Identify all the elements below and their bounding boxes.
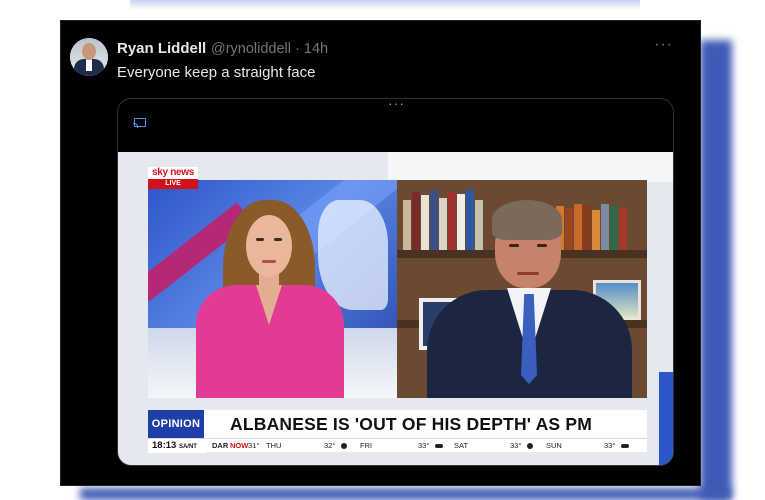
logo-wordmark: sky news — [148, 167, 198, 179]
book — [466, 190, 474, 250]
ticker-temp: 33° — [418, 441, 430, 450]
tweet-media-video[interactable]: ··· sky news LIVE OPINION ALBANESE IS 'O… — [117, 98, 674, 466]
handle-and-time[interactable]: @rynoliddell · 14h — [211, 41, 328, 57]
guest-hair — [492, 200, 562, 240]
opinion-tag: OPINION — [148, 410, 204, 438]
book — [403, 200, 411, 250]
presenter-mouth — [262, 260, 276, 263]
ticker-now-temp: 31° — [248, 441, 260, 450]
media-handle-dots: ··· — [388, 98, 405, 111]
ticker-temp: 33° — [604, 441, 616, 450]
presenter-eye-right — [274, 238, 282, 241]
book — [421, 195, 429, 250]
presenter-face — [246, 215, 292, 277]
guest-mouth — [517, 272, 539, 275]
book — [583, 206, 591, 250]
screenshot-stage: Ryan Liddell @rynoliddell · 14h ··· Ever… — [0, 0, 765, 500]
ticker-timezone: SA/NT — [178, 444, 197, 450]
guest-eye-left — [509, 244, 519, 247]
weather-ticker: 18:13 SA/NT DAR NOW 31° THU 32° FRI 33° … — [148, 438, 647, 453]
book — [601, 204, 609, 250]
broadcast-background-stripe — [388, 152, 673, 182]
presenter-eye-left — [256, 238, 264, 241]
cloud-icon — [432, 439, 443, 452]
ticker-temp: 33° — [510, 441, 522, 450]
sun-icon — [524, 439, 533, 452]
headline-text: ALBANESE IS 'OUT OF HIS DEPTH' AS PM — [204, 410, 647, 438]
ticker-day: SUN — [546, 441, 562, 450]
book — [619, 208, 627, 250]
ticker-time: 18:13 SA/NT — [148, 439, 206, 453]
guest-eye-right — [537, 244, 547, 247]
cast-icon[interactable] — [133, 118, 146, 128]
broadcast-blue-edge — [659, 372, 673, 465]
book — [574, 204, 582, 250]
book — [610, 206, 618, 250]
tweet-card[interactable]: Ryan Liddell @rynoliddell · 14h ··· Ever… — [60, 20, 701, 486]
book — [439, 198, 447, 250]
guest-panel — [397, 180, 647, 398]
more-options-icon[interactable]: ··· — [654, 36, 673, 54]
tv-broadcast-frame: sky news LIVE OPINION ALBANESE IS 'OUT O… — [118, 152, 673, 465]
sun-icon — [338, 439, 347, 452]
ticker-now-label: NOW — [230, 441, 249, 450]
page-shadow-top — [130, 0, 640, 10]
book — [457, 194, 465, 250]
avatar-shirt — [86, 59, 92, 71]
ticker-day: SAT — [454, 441, 469, 450]
ticker-day: FRI — [360, 441, 373, 450]
ticker-location: DAR — [212, 441, 229, 450]
book — [412, 192, 420, 250]
ticker-day: THU — [266, 441, 282, 450]
lower-third-banner: OPINION ALBANESE IS 'OUT OF HIS DEPTH' A… — [148, 410, 647, 454]
studio-panel — [148, 180, 397, 398]
books-left — [403, 188, 493, 250]
cloud-icon — [618, 439, 629, 452]
sky-news-logo: sky news LIVE — [148, 167, 198, 191]
avatar-head — [82, 43, 96, 60]
logo-live-badge: LIVE — [148, 179, 198, 189]
book — [448, 192, 456, 250]
ticker-clock: 18:13 — [152, 440, 177, 451]
page-shadow-right — [700, 40, 732, 500]
tweet-text: Everyone keep a straight face — [117, 64, 316, 81]
book — [475, 200, 483, 250]
book — [430, 190, 438, 250]
book — [592, 210, 600, 250]
page-shadow-bottom — [80, 488, 730, 500]
display-name[interactable]: Ryan Liddell — [117, 40, 206, 57]
book — [565, 208, 573, 250]
avatar[interactable] — [70, 38, 108, 76]
ticker-temp: 32° — [324, 441, 336, 450]
